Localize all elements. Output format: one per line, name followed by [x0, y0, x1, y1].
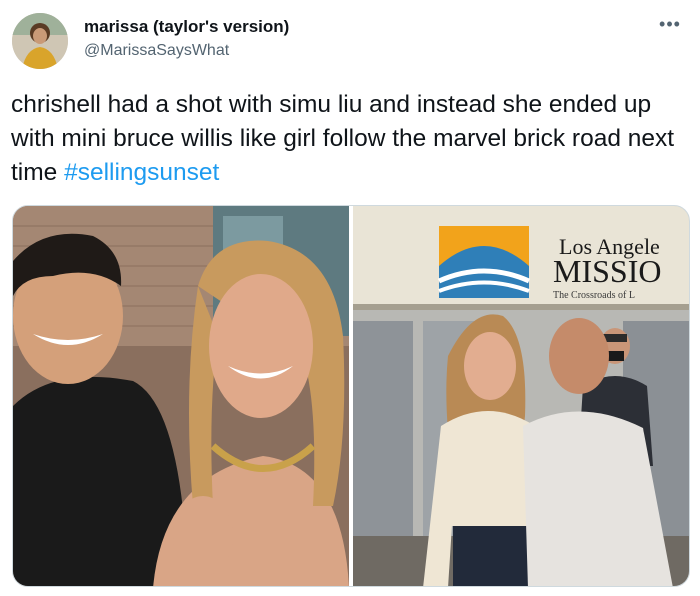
sign-line-2: MISSIO [553, 253, 661, 289]
avatar[interactable] [12, 13, 68, 69]
media-grid: Los Angele MISSIO The Crossroads of L [12, 205, 690, 587]
photo-right[interactable]: Los Angele MISSIO The Crossroads of L [353, 206, 689, 586]
hashtag-link[interactable]: #sellingsunset [64, 159, 219, 186]
user-handle[interactable]: @MarissaSaysWhat [84, 42, 229, 60]
display-name[interactable]: marissa (taylor's version) [84, 17, 289, 37]
tweet-text: chrishell had a shot with simu liu and i… [11, 88, 681, 190]
photo-left[interactable] [13, 206, 349, 586]
tweet-header: marissa (taylor's version) @MarissaSaysW… [0, 0, 700, 80]
more-horizontal-icon[interactable]: ••• [656, 14, 684, 34]
sign-tagline: The Crossroads of L [553, 290, 635, 301]
